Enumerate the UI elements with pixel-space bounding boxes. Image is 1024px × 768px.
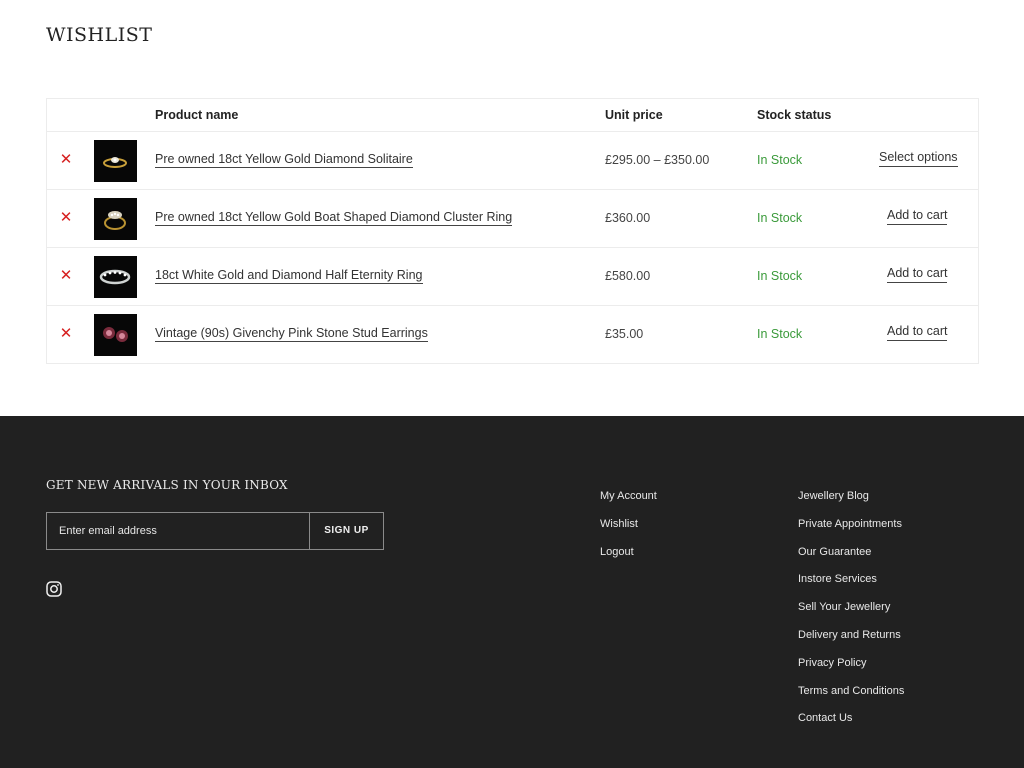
footer-link-contact-us[interactable]: Contact Us	[798, 711, 904, 739]
product-link[interactable]: Pre owned 18ct Yellow Gold Boat Shaped D…	[155, 210, 513, 226]
cluster-ring-icon[interactable]	[94, 198, 137, 240]
stock-status: In Stock	[757, 269, 803, 283]
table-row: ✕ 18ct White Gold and Diamond Half Etern…	[47, 248, 978, 306]
table-header: Product name Unit price Stock status	[47, 99, 978, 132]
footer-link-sell-your-jewellery[interactable]: Sell Your Jewellery	[798, 600, 904, 628]
add-to-cart-button[interactable]: Add to cart	[887, 324, 948, 341]
newsletter-form: SIGN UP	[46, 512, 384, 550]
footer-link-our-guarantee[interactable]: Our Guarantee	[798, 545, 904, 573]
account-links: My Account Wishlist Logout	[600, 489, 657, 572]
signup-button[interactable]: SIGN UP	[309, 513, 383, 549]
unit-price: £580.00	[605, 269, 651, 283]
table-row: ✕ Pre owned 18ct Yellow Gold Diamond Sol…	[47, 132, 978, 190]
newsletter-heading: GET NEW ARRIVALS IN YOUR INBOX	[46, 478, 288, 492]
footer-link-wishlist[interactable]: Wishlist	[600, 517, 657, 545]
footer-link-privacy-policy[interactable]: Privacy Policy	[798, 656, 904, 684]
info-links: Jewellery Blog Private Appointments Our …	[798, 489, 904, 739]
page-title: WISHLIST	[46, 24, 153, 46]
email-input[interactable]	[47, 513, 309, 549]
close-icon[interactable]: ✕	[59, 268, 73, 284]
footer-link-terms-and-conditions[interactable]: Terms and Conditions	[798, 684, 904, 712]
select-options-button[interactable]: Select options	[879, 150, 958, 167]
close-icon[interactable]: ✕	[59, 210, 73, 226]
product-link[interactable]: Pre owned 18ct Yellow Gold Diamond Solit…	[155, 152, 413, 168]
column-header-unit-price: Unit price	[605, 108, 663, 122]
footer-link-private-appointments[interactable]: Private Appointments	[798, 517, 904, 545]
ring-icon[interactable]	[94, 140, 137, 182]
close-icon[interactable]: ✕	[59, 326, 73, 342]
product-link[interactable]: Vintage (90s) Givenchy Pink Stone Stud E…	[155, 326, 428, 342]
add-to-cart-button[interactable]: Add to cart	[887, 266, 948, 283]
wishlist-table: Product name Unit price Stock status ✕ P…	[46, 98, 979, 364]
footer-link-jewellery-blog[interactable]: Jewellery Blog	[798, 489, 904, 517]
footer: GET NEW ARRIVALS IN YOUR INBOX SIGN UP M…	[0, 416, 1024, 768]
footer-link-my-account[interactable]: My Account	[600, 489, 657, 517]
stock-status: In Stock	[757, 327, 803, 341]
table-row: ✕ Pre owned 18ct Yellow Gold Boat Shaped…	[47, 190, 978, 248]
column-header-product-name: Product name	[155, 108, 239, 122]
eternity-ring-icon[interactable]	[94, 256, 137, 298]
footer-link-delivery-and-returns[interactable]: Delivery and Returns	[798, 628, 904, 656]
footer-link-instore-services[interactable]: Instore Services	[798, 572, 904, 600]
product-link[interactable]: 18ct White Gold and Diamond Half Eternit…	[155, 268, 423, 284]
column-header-stock-status: Stock status	[757, 108, 832, 122]
unit-price: £360.00	[605, 211, 651, 225]
stock-status: In Stock	[757, 211, 803, 225]
unit-price: £35.00	[605, 327, 644, 341]
earrings-icon[interactable]	[94, 314, 137, 356]
unit-price: £295.00 – £350.00	[605, 153, 710, 167]
stock-status: In Stock	[757, 153, 803, 167]
instagram-icon[interactable]	[46, 581, 62, 597]
add-to-cart-button[interactable]: Add to cart	[887, 208, 948, 225]
close-icon[interactable]: ✕	[59, 152, 73, 168]
table-row: ✕ Vintage (90s) Givenchy Pink Stone Stud…	[47, 306, 978, 364]
footer-link-logout[interactable]: Logout	[600, 545, 657, 573]
